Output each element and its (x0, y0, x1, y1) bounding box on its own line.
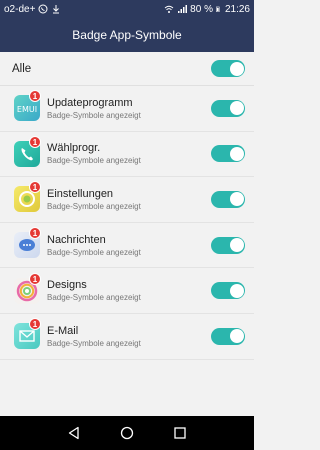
notification-badge: 1 (29, 135, 41, 148)
app-name: Wählprogr. (47, 142, 101, 155)
toggle-knob (229, 283, 244, 298)
app-name: Nachrichten (47, 233, 106, 246)
back-button[interactable] (66, 425, 82, 441)
app-subtitle: Badge-Symbole angezeigt (47, 293, 141, 303)
app-row-nachrichten: 1 Nachrichten Badge-Symbole angezeigt (0, 223, 254, 269)
app-subtitle: Badge-Symbole angezeigt (47, 156, 141, 166)
battery-icon (216, 6, 220, 12)
app-name: E-Mail (47, 324, 79, 337)
title-bar: Badge App-Symbole (0, 18, 254, 52)
einstellungen-toggle[interactable] (211, 190, 245, 208)
update-app-icon: EMUI 1 (14, 90, 41, 122)
home-icon (120, 426, 134, 440)
updateprogramm-toggle[interactable] (211, 99, 245, 117)
battery-percent: 80 % (190, 3, 213, 15)
clock: 21:26 (224, 3, 250, 15)
navigation-bar (0, 416, 254, 450)
toggle-knob (229, 329, 244, 344)
app-name: Einstellungen (47, 187, 114, 200)
settings-icon: 1 (14, 181, 41, 213)
app-subtitle: Badge-Symbole angezeigt (47, 201, 141, 211)
whatsapp-icon (38, 4, 48, 14)
toggle-knob (229, 61, 244, 76)
toggle-knob (229, 192, 244, 207)
signal-icon (178, 5, 188, 13)
carrier-name: o2-de+ (4, 3, 36, 15)
app-subtitle: Badge-Symbole angezeigt (47, 110, 141, 120)
app-row-einstellungen: 1 Einstellungen Badge-Symbole angezeigt (0, 177, 254, 223)
home-button[interactable] (119, 425, 135, 441)
email-icon: 1 (14, 318, 41, 350)
all-apps-row: Alle (0, 52, 254, 86)
nachrichten-toggle[interactable] (211, 236, 245, 254)
recents-icon (173, 427, 186, 439)
app-subtitle: Badge-Symbole angezeigt (47, 247, 141, 257)
notification-badge: 1 (29, 227, 41, 240)
wifi-icon (164, 5, 174, 13)
app-name: Designs (47, 279, 87, 292)
toggle-knob (229, 238, 244, 253)
designs-toggle[interactable] (211, 282, 245, 300)
app-subtitle: Badge-Symbole angezeigt (47, 338, 141, 348)
app-row-waehlprogr: 1 Wählprogr. Badge-Symbole angezeigt (0, 132, 254, 178)
svg-text:EMUI: EMUI (17, 105, 37, 114)
all-apps-label: Alle (12, 62, 32, 75)
messages-icon: 1 (14, 227, 41, 259)
toggle-knob (229, 146, 244, 161)
email-toggle[interactable] (211, 327, 245, 345)
status-bar: o2-de+ 80 % 21:26 (0, 0, 254, 18)
settings-list: Alle EMUI 1 Updateprogramm Badge-Symbole… (0, 52, 254, 416)
phone-icon: 1 (14, 135, 41, 167)
toggle-knob (229, 101, 244, 116)
app-name: Updateprogramm (47, 96, 133, 109)
notification-badge: 1 (29, 272, 41, 285)
themes-icon: 1 (14, 272, 41, 304)
all-apps-toggle[interactable] (211, 60, 245, 77)
back-icon (69, 426, 79, 440)
app-row-designs: 1 Designs Badge-Symbole angezeigt (0, 268, 254, 314)
download-icon (53, 5, 60, 14)
page-title: Badge App-Symbole (72, 28, 182, 42)
recents-button[interactable] (172, 425, 188, 441)
waehlprogr-toggle[interactable] (211, 145, 245, 163)
app-row-email: 1 E-Mail Badge-Symbole angezeigt (0, 314, 254, 360)
app-row-updateprogramm: EMUI 1 Updateprogramm Badge-Symbole ange… (0, 86, 254, 132)
